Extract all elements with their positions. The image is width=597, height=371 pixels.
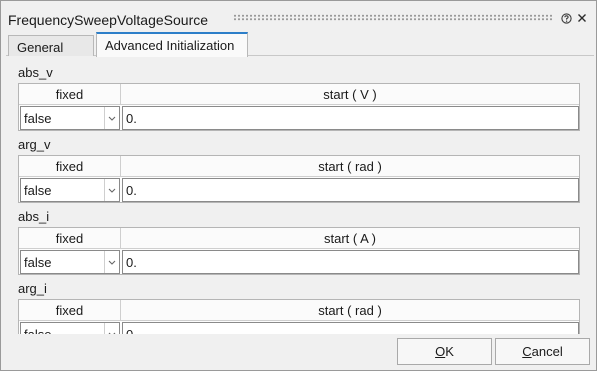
section-label: abs_v <box>18 65 53 80</box>
chevron-down-icon[interactable] <box>104 251 119 273</box>
fixed-select-value: false <box>24 255 52 270</box>
start-value-input[interactable]: 0. <box>122 106 579 130</box>
start-column-header: start ( rad ) <box>121 300 579 321</box>
drag-grip[interactable] <box>233 14 553 21</box>
ok-button[interactable]: OK <box>397 338 492 365</box>
help-icon[interactable] <box>559 11 573 25</box>
ok-label-rest: K <box>445 344 454 359</box>
start-column-header: start ( A ) <box>121 228 579 249</box>
fixed-select[interactable]: false <box>20 106 120 130</box>
start-column-header: start ( rad ) <box>121 156 579 177</box>
fixed-select-value: false <box>24 327 51 334</box>
parameter-grid: fixed start ( rad ) false 0. <box>18 155 580 203</box>
fixed-column-header: fixed <box>19 84 121 105</box>
ok-mnemonic: O <box>435 344 446 359</box>
tab-advanced-initialization-label: Advanced Initialization <box>105 38 235 53</box>
start-column-header: start ( V ) <box>121 84 579 105</box>
cancel-label-rest: ancel <box>531 344 563 359</box>
tab-general[interactable]: General <box>8 35 94 56</box>
fixed-select-value: false <box>24 183 52 198</box>
section-label: abs_i <box>18 209 50 224</box>
close-icon[interactable] <box>575 11 589 25</box>
cancel-button[interactable]: Cancel <box>495 338 590 365</box>
title-bar[interactable]: FrequencySweepVoltageSource <box>1 1 596 31</box>
fixed-select-value: false <box>24 111 52 126</box>
window-title: FrequencySweepVoltageSource <box>8 12 209 28</box>
chevron-down-icon[interactable] <box>104 179 119 201</box>
start-value-input[interactable]: 0. <box>122 250 579 274</box>
section-label: arg_i <box>18 281 47 296</box>
tab-bar: General Advanced Initialization <box>6 31 594 57</box>
parameter-grid: fixed start ( rad ) false 0. <box>18 299 580 334</box>
dialog-window: FrequencySweepVoltageSource General Adva… <box>0 0 597 371</box>
start-value-input[interactable]: 0. <box>122 178 579 202</box>
start-value-input[interactable]: 0. <box>122 322 579 334</box>
parameters-panel[interactable]: abs_v fixed start ( V ) false 0. arg_v f… <box>6 57 594 334</box>
tab-advanced-initialization[interactable]: Advanced Initialization <box>96 32 248 57</box>
fixed-select[interactable]: false <box>20 250 120 274</box>
section-label: arg_v <box>18 137 51 152</box>
fixed-select[interactable]: false <box>20 322 120 334</box>
fixed-column-header: fixed <box>19 300 121 321</box>
fixed-column-header: fixed <box>19 228 121 249</box>
cancel-mnemonic: C <box>522 344 532 359</box>
chevron-down-icon[interactable] <box>104 107 119 129</box>
fixed-select[interactable]: false <box>20 178 120 202</box>
parameter-grid: fixed start ( V ) false 0. <box>18 83 580 131</box>
chevron-down-icon[interactable] <box>104 323 119 334</box>
tab-general-label: General <box>17 40 64 55</box>
fixed-column-header: fixed <box>19 156 121 177</box>
parameter-grid: fixed start ( A ) false 0. <box>18 227 580 275</box>
